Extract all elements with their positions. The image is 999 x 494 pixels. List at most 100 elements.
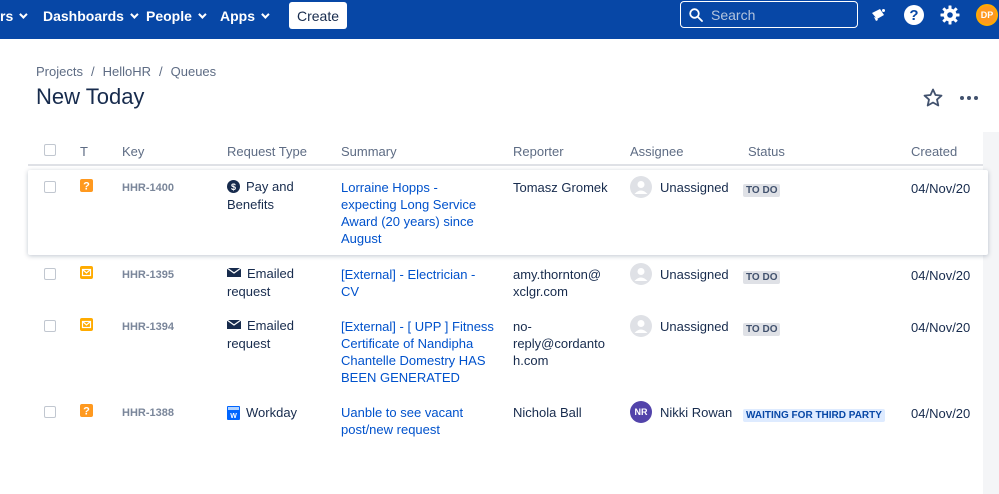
- table-row[interactable]: ? HHR-1400 $ Pay and Benefits Lorraine Ho…: [28, 170, 988, 255]
- request-type: W Workday: [227, 404, 337, 422]
- chevron-down-icon: [261, 9, 270, 19]
- status-badge: TO DO: [743, 320, 781, 336]
- more-actions-button[interactable]: [957, 86, 981, 110]
- create-button[interactable]: Create: [289, 2, 347, 29]
- search-box[interactable]: [680, 1, 858, 28]
- assignee-name: Unassigned: [660, 179, 729, 195]
- request-type-label-2: request: [227, 284, 271, 299]
- table-row[interactable]: ? HHR-1388 W Workday Uanble to see vacan…: [28, 396, 988, 446]
- workday-icon: W: [227, 406, 240, 420]
- request-type-question-icon: ?: [80, 404, 93, 420]
- search-icon: [689, 7, 703, 22]
- column-header-request-type[interactable]: Request Type: [227, 144, 307, 159]
- breadcrumb-project[interactable]: HelloHR: [103, 64, 151, 79]
- row-checkbox[interactable]: [44, 181, 56, 193]
- chevron-down-icon: [198, 9, 207, 19]
- notifications-button[interactable]: [866, 3, 890, 27]
- summary-line: BEEN GENERATED: [341, 370, 460, 385]
- assignee-avatar: NR: [630, 401, 652, 423]
- request-type-label-2: Benefits: [227, 197, 274, 212]
- issue-key[interactable]: HHR-1388: [122, 407, 174, 419]
- reporter: amy.thornton@ xclgr.com: [513, 266, 613, 300]
- svg-text:?: ?: [83, 406, 90, 418]
- nav-dashboards[interactable]: Dashboards: [43, 0, 139, 31]
- issue-key[interactable]: HHR-1395: [122, 269, 174, 281]
- page-title: New Today: [36, 84, 145, 109]
- table-row[interactable]: HHR-1394 Emailed request [External] - [ U…: [28, 310, 988, 395]
- column-header-t[interactable]: T: [80, 144, 88, 159]
- column-header-created[interactable]: Created: [911, 144, 957, 159]
- envelope-icon: [227, 319, 241, 329]
- summary-link[interactable]: Lorraine Hopps - expecting Long Service …: [341, 179, 501, 247]
- column-header-key[interactable]: Key: [122, 144, 144, 159]
- column-header-reporter[interactable]: Reporter: [513, 144, 564, 159]
- reporter-line: amy.thornton@: [513, 267, 602, 282]
- breadcrumb-projects[interactable]: Projects: [36, 64, 83, 79]
- help-button[interactable]: ?: [902, 3, 926, 27]
- status-badge: TO DO: [743, 181, 781, 197]
- assignee: Unassigned: [630, 176, 729, 198]
- chevron-down-icon: [19, 9, 28, 19]
- column-header-summary[interactable]: Summary: [341, 144, 397, 159]
- request-type-label: Emailed: [247, 266, 294, 281]
- nav-apps[interactable]: Apps: [220, 0, 270, 31]
- summary-link[interactable]: [External] - Electrician - CV: [341, 266, 506, 300]
- issue-key[interactable]: HHR-1400: [122, 182, 174, 194]
- unassigned-avatar-icon: [630, 176, 652, 198]
- unassigned-avatar-icon: [630, 263, 652, 285]
- column-header-status[interactable]: Status: [748, 144, 785, 159]
- settings-button[interactable]: [938, 3, 962, 27]
- select-all-checkbox[interactable]: [44, 144, 56, 156]
- row-checkbox[interactable]: [44, 320, 56, 332]
- request-type-label: Workday: [246, 405, 298, 420]
- star-icon: [923, 88, 943, 107]
- nav-people-label: People: [146, 7, 192, 24]
- svg-text:$: $: [231, 182, 236, 192]
- status-lozenge: WAITING FOR THIRD PARTY: [743, 409, 885, 422]
- request-type: Emailed request: [227, 265, 337, 301]
- status-lozenge: TO DO: [743, 271, 781, 284]
- assignee: NR Nikki Rowan: [630, 401, 732, 423]
- issue-key[interactable]: HHR-1394: [122, 321, 174, 333]
- breadcrumb-separator: /: [90, 64, 95, 79]
- user-avatar[interactable]: DP: [976, 4, 998, 26]
- nav-people[interactable]: People: [146, 0, 207, 31]
- reporter-line: Tomasz Gromek: [513, 180, 608, 195]
- summary-line: Award (20 years) since: [341, 214, 474, 229]
- help-icon: ?: [904, 5, 924, 25]
- status-badge: WAITING FOR THIRD PARTY: [743, 406, 885, 422]
- search-input[interactable]: [711, 6, 851, 23]
- status-lozenge: TO DO: [743, 323, 781, 336]
- created-date: 04/Nov/20: [911, 320, 971, 335]
- reporter-line: no-: [513, 319, 532, 334]
- request-type-label: Pay and: [246, 179, 294, 194]
- gear-icon: [940, 5, 960, 25]
- summary-line: Uanble to see vacant: [341, 405, 464, 420]
- table-row[interactable]: HHR-1395 Emailed request [External] - Ele…: [28, 258, 988, 308]
- table-header: T Key Request Type Summary Reporter Assi…: [28, 140, 988, 166]
- dollar-icon: $: [227, 180, 240, 193]
- summary-link[interactable]: [External] - [ UPP ] Fitness Certificate…: [341, 318, 511, 386]
- summary-line: [External] - Electrician -: [341, 267, 476, 282]
- nav-dashboards-label: Dashboards: [43, 7, 124, 24]
- breadcrumb-separator: /: [159, 64, 163, 79]
- request-type-label: Emailed: [247, 318, 294, 333]
- request-type: $ Pay and Benefits: [227, 178, 337, 214]
- breadcrumb-queues[interactable]: Queues: [171, 64, 217, 79]
- row-checkbox[interactable]: [44, 406, 56, 418]
- assignee-name: Unassigned: [660, 266, 729, 282]
- created-date: 04/Nov/20: [911, 268, 971, 283]
- row-checkbox[interactable]: [44, 268, 56, 280]
- more-dot: [974, 96, 978, 100]
- reporter-line: h.com: [513, 353, 549, 368]
- reporter: Tomasz Gromek: [513, 179, 613, 196]
- summary-link[interactable]: Uanble to see vacant post/new request: [341, 404, 501, 438]
- star-button[interactable]: [921, 86, 945, 110]
- nav-item-partial[interactable]: rs: [0, 0, 28, 31]
- svg-text:W: W: [230, 413, 237, 420]
- column-header-assignee[interactable]: Assignee: [630, 144, 683, 159]
- assignee-name: Nikki Rowan: [660, 404, 733, 420]
- reporter-line: reply@cordanto: [513, 336, 605, 351]
- summary-line: Lorraine Hopps -: [341, 180, 438, 195]
- created-date: 04/Nov/20: [911, 406, 971, 421]
